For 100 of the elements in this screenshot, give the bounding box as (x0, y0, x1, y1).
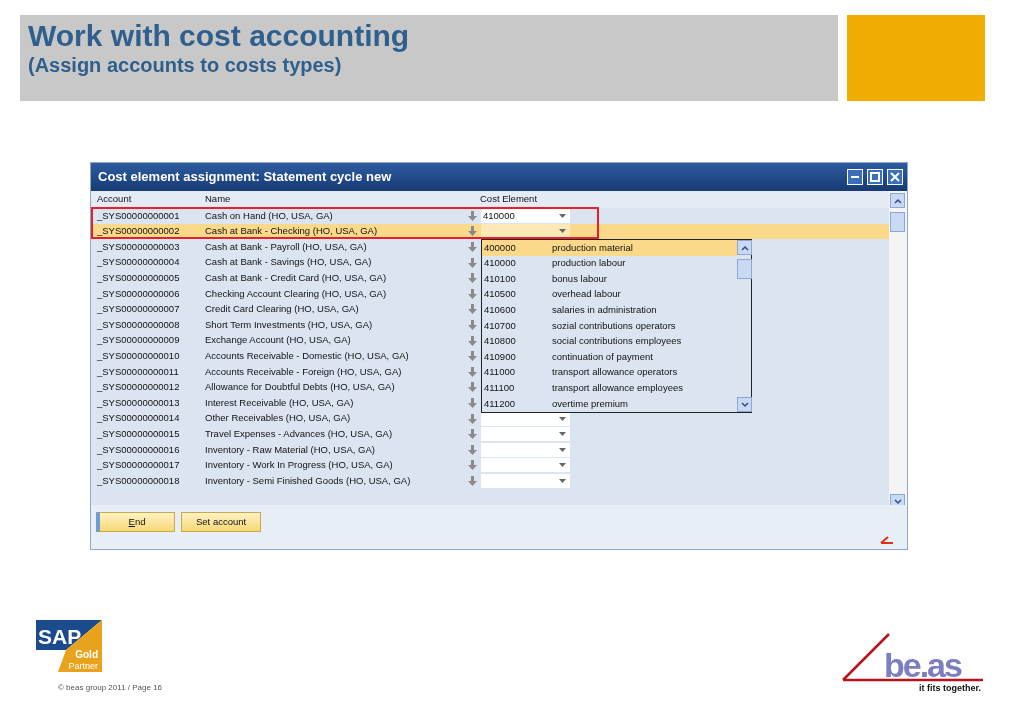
down-arrow-icon[interactable] (468, 475, 480, 486)
dropdown-option[interactable]: 410000 production labour (482, 255, 737, 272)
name-cell-text: Cash at Bank - Credit Card (HO, USA, GA) (205, 271, 388, 286)
down-arrow-icon[interactable] (468, 413, 480, 424)
scroll-down-icon[interactable] (740, 401, 749, 408)
table-row[interactable]: _SYS00000000014 Other Receivables (HO, USA, GA) (91, 410, 571, 427)
down-arrow-icon[interactable] (468, 444, 480, 455)
down-arrow-icon[interactable] (468, 304, 480, 315)
action-button[interactable]: End (96, 512, 175, 532)
dropdown-option[interactable]: 411200 overtime premium (482, 395, 737, 412)
cost-element-field[interactable] (481, 458, 570, 473)
table-row[interactable]: _SYS00000000018 Inventory - Semi Finished Goods (HO, USA, GA) (91, 473, 571, 489)
account-cell-text: _SYS00000000015 (97, 427, 181, 441)
name-cell-text: Checking Account Clearing (HO, USA, GA) (205, 286, 388, 301)
table-row[interactable]: _SYS00000000011 Accounts Receivable - Foreign (HO, USA, GA) (91, 363, 480, 380)
dropdown-option[interactable]: 410800 social contributions employees (482, 333, 737, 350)
name-cell-text: Exchange Account (HO, USA, GA) (205, 333, 352, 348)
cost-element-field[interactable] (481, 224, 570, 239)
down-arrow-icon[interactable] (468, 429, 480, 440)
name-cell-text: Short Term Investments (HO, USA, GA) (205, 317, 374, 332)
table-row[interactable]: _SYS00000000007 Credit Card Clearing (HO, USA, GA) (91, 301, 480, 318)
scroll-thumb[interactable] (890, 212, 905, 232)
window-title: Cost element assignment: Statement cycle new (98, 168, 392, 187)
account-cell-text: _SYS00000000005 (97, 271, 181, 286)
logo-text: Gold (75, 649, 98, 660)
table-row[interactable]: _SYS00000000003 Cash at Bank - Payroll (HO, USA, GA) (91, 239, 480, 255)
name-cell-text: Other Receivables (HO, USA, GA) (205, 411, 352, 426)
dropdown-option[interactable]: 410100 bonus labour (482, 271, 737, 287)
table-row[interactable]: _SYS00000000009 Exchange Account (HO, USA, GA) (91, 332, 480, 349)
account-cell-text: _SYS00000000012 (97, 380, 181, 395)
account-cell-text: _SYS00000000018 (97, 473, 181, 488)
down-arrow-icon[interactable] (468, 319, 480, 330)
logo-text: be.as (884, 646, 961, 684)
down-arrow-icon[interactable] (468, 351, 480, 362)
account-cell-text: _SYS00000000003 (97, 239, 181, 254)
dropdown-option[interactable]: 410500 overhead labour (482, 286, 737, 303)
down-arrow-icon[interactable] (468, 273, 480, 284)
name-cell-text: Cash at Bank - Checking (HO, USA, GA) (205, 224, 379, 239)
down-arrow-icon[interactable] (468, 242, 480, 252)
down-arrow-icon[interactable] (468, 226, 480, 237)
name-cell-text: Cash at Bank - Payroll (HO, USA, GA) (205, 239, 368, 254)
cost-element-field[interactable] (481, 442, 570, 457)
down-arrow-icon[interactable] (468, 460, 480, 471)
name-cell-text: Interest Receivable (HO, USA, GA) (205, 395, 355, 410)
name-cell-text: Cash at Bank - Savings (HO, USA, GA) (205, 255, 373, 270)
table-row[interactable]: _SYS00000000001 Cash on Hand (HO, USA, GA) 410000 (91, 208, 571, 224)
cost-element-field[interactable] (481, 473, 570, 488)
action-button[interactable]: Set account (181, 512, 262, 532)
close-button[interactable] (887, 169, 903, 185)
down-arrow-icon[interactable] (468, 397, 480, 408)
dropdown-option[interactable]: 410900 continuation of payment (482, 349, 737, 365)
account-cell-text: _SYS00000000011 (97, 364, 180, 379)
dropdown-option[interactable]: 410700 sozial contributions operators (482, 317, 737, 334)
scroll-down-icon[interactable] (893, 498, 902, 505)
scroll-up-icon[interactable] (740, 244, 749, 251)
dropdown-caret-icon (559, 213, 566, 218)
minimize-icon (851, 176, 859, 178)
dropdown-caret-icon (559, 432, 566, 437)
slide-title: Work with cost accounting (28, 19, 411, 53)
down-arrow-icon[interactable] (468, 335, 480, 346)
down-arrow-icon[interactable] (468, 288, 480, 299)
table-row[interactable]: _SYS00000000016 Inventory - Raw Material (HO, USA, GA) (91, 441, 571, 458)
scrollbar[interactable] (737, 240, 751, 412)
table-row[interactable]: _SYS00000000012 Allowance for Doubtful Debts (HO, USA, GA) (91, 379, 480, 396)
account-cell-text: _SYS00000000013 (97, 395, 181, 410)
down-arrow-icon[interactable] (468, 382, 480, 393)
table-row[interactable]: _SYS00000000006 Checking Account Clearing (HO, USA, GA) (91, 285, 480, 302)
down-arrow-icon[interactable] (468, 366, 480, 377)
logo-text: SAP (38, 625, 82, 648)
table-row[interactable]: _SYS00000000002 Cash at Bank - Checking (HO, USA, GA) (91, 223, 889, 240)
name-cell-text: Accounts Receivable - Foreign (HO, USA, GA) (205, 364, 403, 379)
name-cell-text: Credit Card Clearing (HO, USA, GA) (205, 302, 360, 317)
table-row[interactable]: _SYS00000000015 Travel Expenses - Advances (HO, USA, GA) (91, 426, 571, 442)
table-row[interactable]: _SYS00000000013 Interest Receivable (HO, USA, GA) (91, 395, 480, 411)
name-cell-text: Cash on Hand (HO, USA, GA) (205, 208, 334, 223)
logo-tagline: it fits together. (919, 683, 981, 693)
account-cell-text: _SYS00000000016 (97, 442, 181, 457)
dropdown-option[interactable]: 400000 production material (482, 240, 737, 256)
down-arrow-icon[interactable] (468, 257, 480, 268)
dropdown-option[interactable]: 411000 transport allowance operators (482, 364, 737, 381)
down-arrow-icon[interactable] (468, 210, 480, 221)
minimize-button[interactable] (847, 169, 863, 185)
dropdown-caret-icon (559, 229, 566, 234)
resize-grip-icon[interactable] (880, 536, 894, 544)
cost-element-field[interactable] (481, 427, 570, 442)
account-cell-text: _SYS00000000001 (97, 208, 181, 223)
table-row[interactable]: _SYS00000000008 Short Term Investments (HO, USA, GA) (91, 317, 480, 333)
name-cell-text: Inventory - Raw Material (HO, USA, GA) (205, 442, 376, 457)
scroll-up-icon[interactable] (893, 197, 902, 204)
maximize-button[interactable] (867, 169, 883, 185)
name-cell-text: Accounts Receivable - Domestic (HO, USA, GA) (205, 349, 410, 363)
table-row[interactable]: _SYS00000000017 Inventory - Work In Progress (HO, USA, GA) (91, 457, 571, 474)
dropdown-option[interactable]: 410600 salaries in administration (482, 302, 737, 318)
table-row[interactable]: _SYS00000000005 Cash at Bank - Credit Card (HO, USA, GA) (91, 270, 480, 286)
table-row[interactable]: _SYS00000000004 Cash at Bank - Savings (HO, USA, GA) (91, 254, 480, 271)
table-row[interactable]: _SYS00000000010 Accounts Receivable - Domestic (HO, USA, GA) (91, 348, 480, 364)
dropdown-caret-icon (559, 463, 566, 468)
scroll-thumb[interactable] (737, 259, 752, 279)
close-icon (890, 172, 900, 182)
dropdown-option[interactable]: 411100 transport allowance employees (482, 380, 737, 396)
